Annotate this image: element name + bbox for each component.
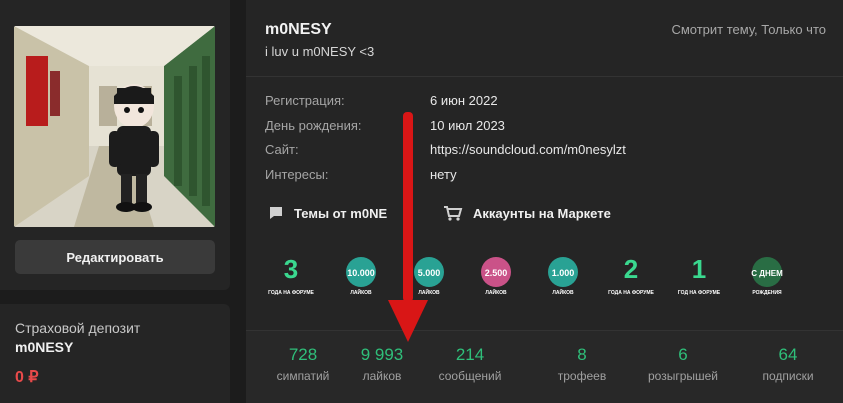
3-years-trophy-icon[interactable]: 3 ГОДА НА ФОРУМЕ — [268, 252, 314, 298]
trophy-title: С ДНЕМ — [751, 269, 783, 278]
online-status: Смотрит тему, Только что — [671, 22, 826, 37]
1000-likes-trophy-icon[interactable]: 1.000 ЛАЙКОВ — [540, 252, 586, 298]
trophy-title: 10.000 — [347, 268, 375, 278]
10000-likes-trophy-icon[interactable]: 10.000 ЛАЙКОВ — [338, 252, 384, 298]
trophy-subtitle: ЛАЙКОВ — [350, 288, 372, 296]
trophy-subtitle: ГОДА НА ФОРУМЕ — [268, 290, 314, 296]
1-year-trophy-icon[interactable]: 1 ГОД НА ФОРУМЕ — [676, 252, 722, 298]
trophy-title: 3 — [284, 254, 298, 284]
trophy-subtitle: ЛАЙКОВ — [485, 288, 507, 296]
profile-username: m0NESY — [265, 21, 332, 38]
insurance-deposit-card: Страховой депозит m0NESY 0 ₽ — [0, 304, 230, 403]
info-value: нету — [430, 167, 457, 182]
stat-value: 64 — [778, 345, 798, 364]
deposit-username: m0NESY — [15, 339, 74, 355]
stat-item[interactable]: 214 сообщений — [420, 345, 520, 383]
profile-main: m0NESY i luv u m0NESY <3 Смотрит тему, Т… — [246, 0, 843, 403]
stat-label: подписки — [762, 369, 814, 383]
stats-bar: 728 симпатий 9 993 лайков 214 сообщений 8 трофе… — [246, 330, 843, 403]
stat-value: 9 993 — [360, 345, 404, 364]
user-threads-link[interactable]: Темы от m0NE — [268, 205, 387, 221]
stat-value: 6 — [678, 345, 688, 364]
stat-item[interactable]: 8 трофеев — [532, 345, 632, 383]
trophy-title: 2 — [624, 254, 638, 284]
trophy-subtitle: РОЖДЕНИЯ — [752, 290, 782, 296]
deposit-amount: 0 ₽ — [15, 369, 39, 386]
edit-profile-button[interactable]: Редактировать — [15, 240, 215, 274]
comment-icon — [270, 207, 282, 219]
market-accounts-label: Аккаунты на Маркете — [473, 205, 611, 221]
stat-item[interactable]: 6 розыгрышей — [633, 345, 733, 383]
red-arrow-annotation — [388, 112, 428, 342]
trophy-subtitle: ГОД НА ФОРУМЕ — [678, 290, 721, 296]
info-label: Сайт: — [265, 142, 299, 157]
trophy-title: 1 — [692, 254, 706, 284]
user-threads-label: Темы от m0NE — [294, 205, 388, 221]
info-label: Регистрация: — [265, 93, 345, 108]
info-label: Интересы: — [265, 167, 329, 182]
stat-label: лайков — [362, 369, 402, 383]
profile-status: i luv u m0NESY <3 — [265, 44, 375, 59]
info-value: 6 июн 2022 — [430, 93, 498, 108]
info-value: 10 июл 2023 — [430, 118, 505, 133]
divider — [246, 76, 843, 77]
deposit-title: Страховой депозит — [15, 320, 141, 336]
avatar[interactable] — [14, 26, 215, 227]
trophy-subtitle: ГОДА НА ФОРУМЕ — [608, 290, 654, 296]
avatar-card: Редактировать — [0, 0, 230, 290]
stat-item[interactable]: 9 993 лайков — [332, 345, 432, 383]
2500-likes-trophy-icon[interactable]: 2.500 ЛАЙКОВ — [473, 252, 519, 298]
info-label: День рождения: — [265, 118, 362, 133]
trophy-subtitle: ЛАЙКОВ — [552, 288, 574, 296]
stat-label: сообщений — [438, 369, 502, 383]
stat-label: трофеев — [557, 369, 607, 383]
stat-value: 8 — [577, 345, 587, 364]
cart-icon — [444, 206, 463, 221]
stat-label: розыгрышей — [647, 369, 719, 383]
2-years-trophy-icon[interactable]: 2 ГОДА НА ФОРУМЕ — [608, 252, 654, 298]
trophy-title: 2.500 — [485, 268, 508, 278]
trophies-row: 3 ГОДА НА ФОРУМЕ 10.000 ЛАЙКОВ 5.000 ЛАЙКОВ 2.… — [268, 252, 788, 302]
stat-item[interactable]: 64 подписки — [738, 345, 838, 383]
birthday-trophy-icon[interactable]: С ДНЕМ РОЖДЕНИЯ — [744, 252, 790, 298]
stat-value: 214 — [455, 345, 485, 364]
website-link[interactable]: https://soundcloud.com/m0nesylzt — [430, 142, 626, 157]
market-accounts-link[interactable]: Аккаунты на Маркете — [443, 205, 611, 221]
trophy-title: 1.000 — [552, 268, 575, 278]
